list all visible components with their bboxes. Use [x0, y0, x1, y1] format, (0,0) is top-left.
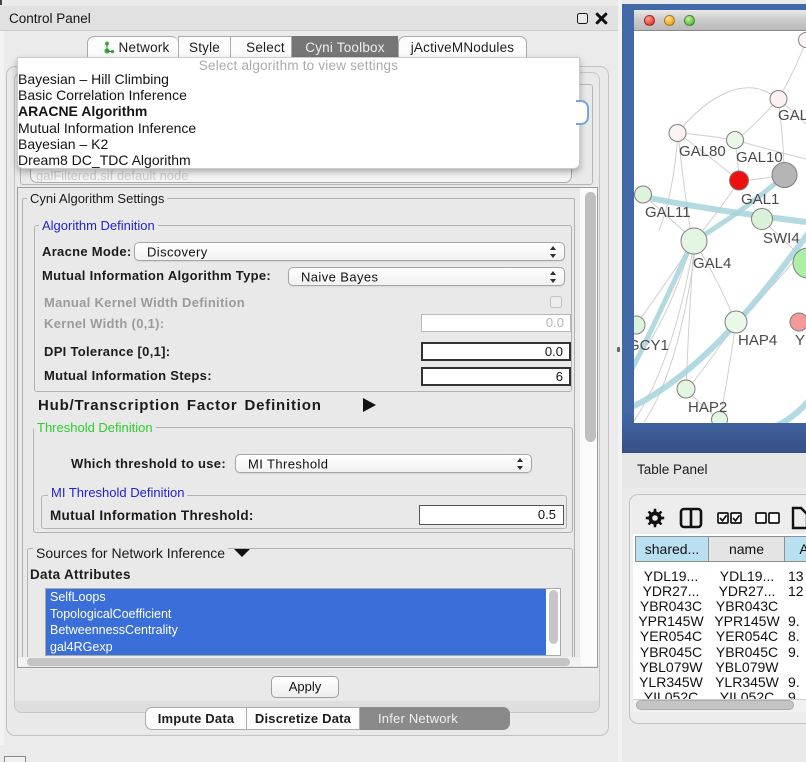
svg-text:GAL: GAL [778, 107, 806, 124]
svg-text:Y: Y [795, 332, 805, 349]
svg-text:SWI4: SWI4 [763, 230, 800, 247]
svg-text:GAL10: GAL10 [736, 149, 783, 166]
svg-text:GCY1: GCY1 [634, 337, 669, 354]
svg-text:HAP4: HAP4 [738, 332, 777, 349]
svg-text:GAL11: GAL11 [645, 204, 691, 221]
svg-text:GAL80: GAL80 [679, 143, 726, 160]
svg-text:HAP2: HAP2 [688, 399, 727, 416]
svg-text:GAL4: GAL4 [693, 255, 731, 272]
svg-text:GAL1: GAL1 [741, 191, 779, 208]
